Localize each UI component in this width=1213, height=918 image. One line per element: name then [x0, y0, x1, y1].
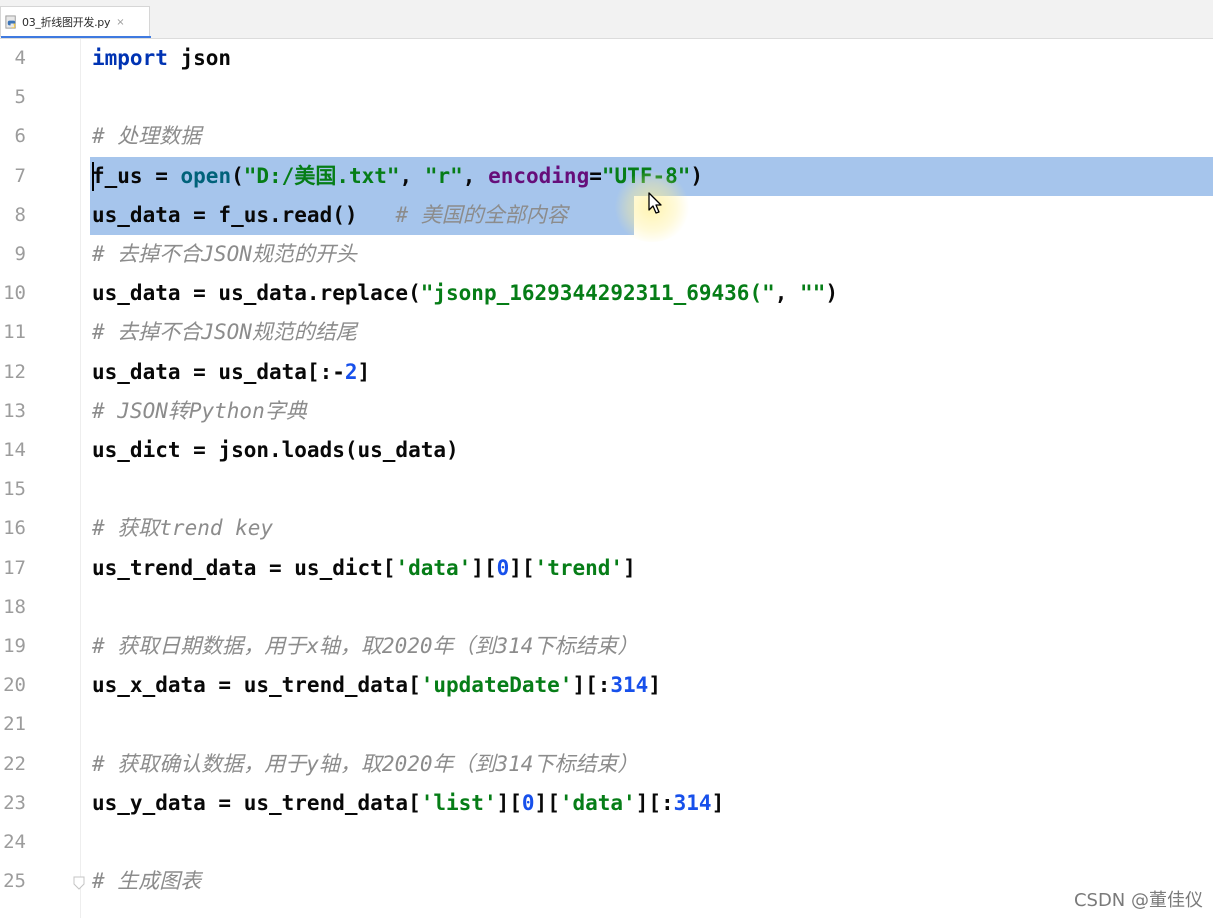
line-number: 12: [3, 361, 26, 383]
line-number: 6: [14, 125, 26, 147]
code-text[interactable]: # 获取确认数据，用于y轴，取2020年（到314下标结束）: [92, 745, 638, 784]
code-line: 16 # 获取trend key: [0, 509, 1213, 548]
code-line: 22 # 获取确认数据，用于y轴，取2020年（到314下标结束）: [0, 745, 1213, 784]
code-text[interactable]: us_data = us_data[:-2]: [92, 353, 370, 392]
code-text[interactable]: us_data = us_data.replace("jsonp_1629344…: [92, 274, 838, 313]
line-number: 18: [3, 596, 26, 618]
code-line: 18: [0, 588, 1213, 627]
code-line: 7 f_us = open("D:/美国.txt", "r", encoding=…: [0, 157, 1213, 196]
code-line: 8 us_data = f_us.read() # 美国的全部内容: [0, 196, 1213, 235]
code-line: 15: [0, 470, 1213, 509]
line-number: 13: [3, 400, 26, 422]
line-number: 16: [3, 517, 26, 539]
code-text[interactable]: us_trend_data = us_dict['data'][0]['tren…: [92, 549, 636, 588]
code-text[interactable]: # 去掉不合JSON规范的开头: [92, 235, 357, 274]
code-text[interactable]: f_us = open("D:/美国.txt", "r", encoding="…: [92, 157, 703, 196]
line-number: 14: [3, 439, 26, 461]
line-number: 8: [14, 204, 26, 226]
line-number: 20: [3, 674, 26, 696]
code-line: 10 us_data = us_data.replace("jsonp_16293…: [0, 274, 1213, 313]
code-line: 17 us_trend_data = us_dict['data'][0]['tr…: [0, 549, 1213, 588]
code-text[interactable]: # 去掉不合JSON规范的结尾: [92, 313, 357, 352]
fold-marker-icon[interactable]: [72, 875, 86, 891]
code-line: 12 us_data = us_data[:-2]: [0, 353, 1213, 392]
tab-filename: 03_折线图开发.py: [22, 16, 111, 29]
line-number: 10: [3, 282, 26, 304]
code-text[interactable]: us_data = f_us.read() # 美国的全部内容: [92, 196, 568, 235]
code-line: 4 import json: [0, 39, 1213, 78]
code-text[interactable]: us_x_data = us_trend_data['updateDate'][…: [92, 666, 661, 705]
line-number: 24: [3, 831, 26, 853]
line-number: 21: [3, 713, 26, 735]
code-text[interactable]: # 生成图表: [92, 862, 201, 901]
line-number: 9: [14, 243, 26, 265]
code-line: 24: [0, 823, 1213, 862]
code-text[interactable]: # 获取日期数据，用于x轴，取2020年（到314下标结束）: [92, 627, 638, 666]
line-number: 15: [3, 478, 26, 500]
code-line: 19 # 获取日期数据，用于x轴，取2020年（到314下标结束）: [0, 627, 1213, 666]
code-line: 25 # 生成图表: [0, 862, 1213, 901]
tab-03-line-chart-py[interactable]: 03_折线图开发.py ×: [0, 6, 151, 38]
code-line: 14 us_dict = json.loads(us_data): [0, 431, 1213, 470]
mouse-pointer-icon: [648, 192, 662, 214]
code-line: 9 # 去掉不合JSON规范的开头: [0, 235, 1213, 274]
line-number: 7: [14, 165, 26, 187]
code-text[interactable]: us_dict = json.loads(us_data): [92, 431, 459, 470]
code-line: 21: [0, 705, 1213, 744]
line-number: 5: [14, 86, 26, 108]
watermark: CSDN @董佳仪: [1073, 890, 1203, 911]
line-number: 11: [3, 321, 26, 343]
close-icon[interactable]: ×: [116, 17, 124, 28]
active-tab-indicator: [1, 36, 151, 38]
code-line: 6 # 处理数据: [0, 117, 1213, 156]
line-number: 23: [3, 792, 26, 814]
code-text[interactable]: us_y_data = us_trend_data['list'][0]['da…: [92, 784, 724, 823]
code-text[interactable]: # JSON转Python字典: [92, 392, 307, 431]
line-number: 22: [3, 753, 26, 775]
code-line: 5: [0, 78, 1213, 117]
code-text[interactable]: # 获取trend key: [92, 509, 273, 548]
line-number: 17: [3, 557, 26, 579]
code-line: 13 # JSON转Python字典: [0, 392, 1213, 431]
line-number: 25: [3, 870, 26, 892]
code-text[interactable]: # 处理数据: [92, 117, 201, 156]
code-line: 11 # 去掉不合JSON规范的结尾: [0, 313, 1213, 352]
editor-tab-bar: 03_折线图开发.py ×: [0, 0, 1213, 39]
python-file-icon: [5, 14, 16, 29]
code-line: 23 us_y_data = us_trend_data['list'][0]['…: [0, 784, 1213, 823]
code-line: 20 us_x_data = us_trend_data['updateDate'…: [0, 666, 1213, 705]
code-text[interactable]: import json: [92, 39, 231, 78]
line-number: 4: [14, 47, 26, 69]
code-editor[interactable]: 4 import json 5 6 # 处理数据 7 f_us = open("D:/…: [0, 39, 1213, 918]
line-number: 19: [3, 635, 26, 657]
